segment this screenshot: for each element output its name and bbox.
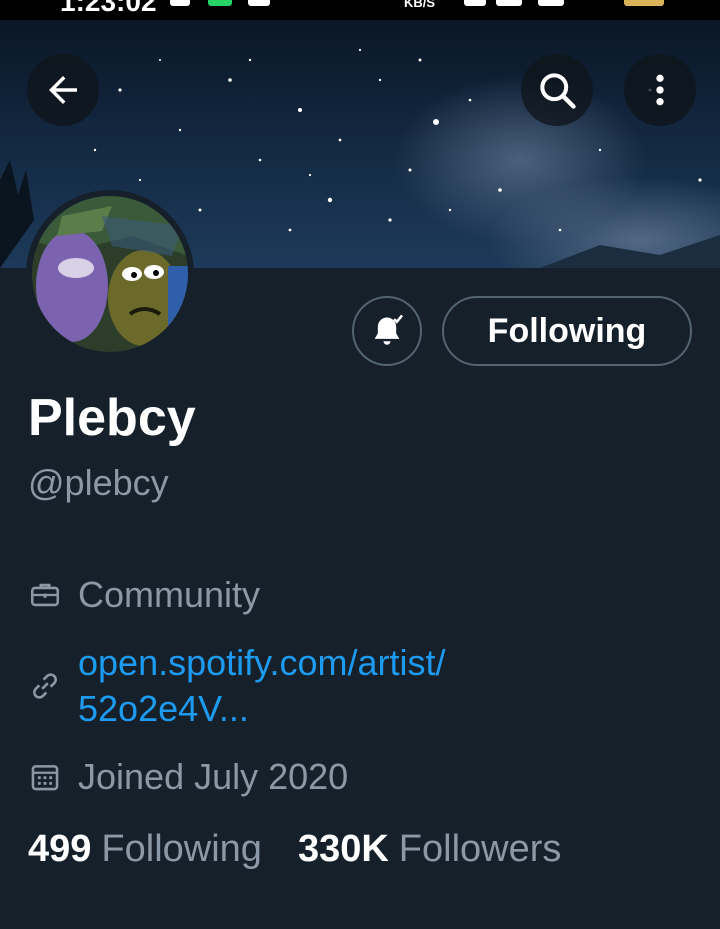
signal-icon (496, 0, 522, 6)
website-link-line1: open.spotify.com/artist/ (78, 642, 446, 683)
joined-date: Joined July 2020 (78, 756, 349, 797)
followers-count: 330K (297, 828, 389, 870)
notifications-button[interactable] (352, 296, 422, 366)
avatar-image (32, 196, 188, 352)
profile-category: Community (78, 574, 261, 615)
calendar-icon (28, 760, 62, 794)
follow-stats: 499 Following 330K Followers (28, 828, 597, 871)
status-time: 1:23:02 (60, 0, 157, 17)
followers-stat[interactable]: 330K Followers (298, 828, 561, 871)
display-name: Plebcy (28, 389, 196, 447)
website-row: open.spotify.com/artist/ 52o2e4V... (28, 640, 538, 732)
briefcase-icon (28, 578, 62, 612)
following-count: 499 (28, 828, 92, 870)
following-button[interactable]: Following (442, 296, 692, 366)
search-button[interactable] (521, 54, 593, 126)
whatsapp-icon (208, 0, 232, 6)
following-stat[interactable]: 499 Following (28, 828, 262, 871)
status-bar: 1:23:02 KB/S (0, 0, 720, 20)
category-row: Community (28, 574, 260, 616)
joined-row: Joined July 2020 (28, 756, 348, 798)
following-label: Following (101, 828, 262, 870)
network-speed: KB/S (404, 0, 436, 10)
app-notification-icon (170, 0, 190, 6)
search-icon (540, 73, 576, 109)
bell-check-icon (374, 314, 404, 345)
link-icon (28, 669, 62, 703)
website-link-line2: 52o2e4V... (78, 688, 249, 729)
battery-icon (624, 0, 664, 6)
more-button[interactable] (624, 54, 696, 126)
arrow-left-icon (49, 76, 77, 104)
signal-icon-2 (538, 0, 564, 6)
wifi-icon (464, 0, 486, 6)
website-link[interactable]: open.spotify.com/artist/ 52o2e4V... (78, 640, 538, 732)
back-button[interactable] (27, 54, 99, 126)
followers-label: Followers (398, 828, 562, 870)
user-handle: @plebcy (28, 462, 169, 503)
more-vertical-icon (656, 74, 664, 106)
profile-avatar[interactable] (26, 190, 194, 358)
headset-icon (248, 0, 270, 6)
